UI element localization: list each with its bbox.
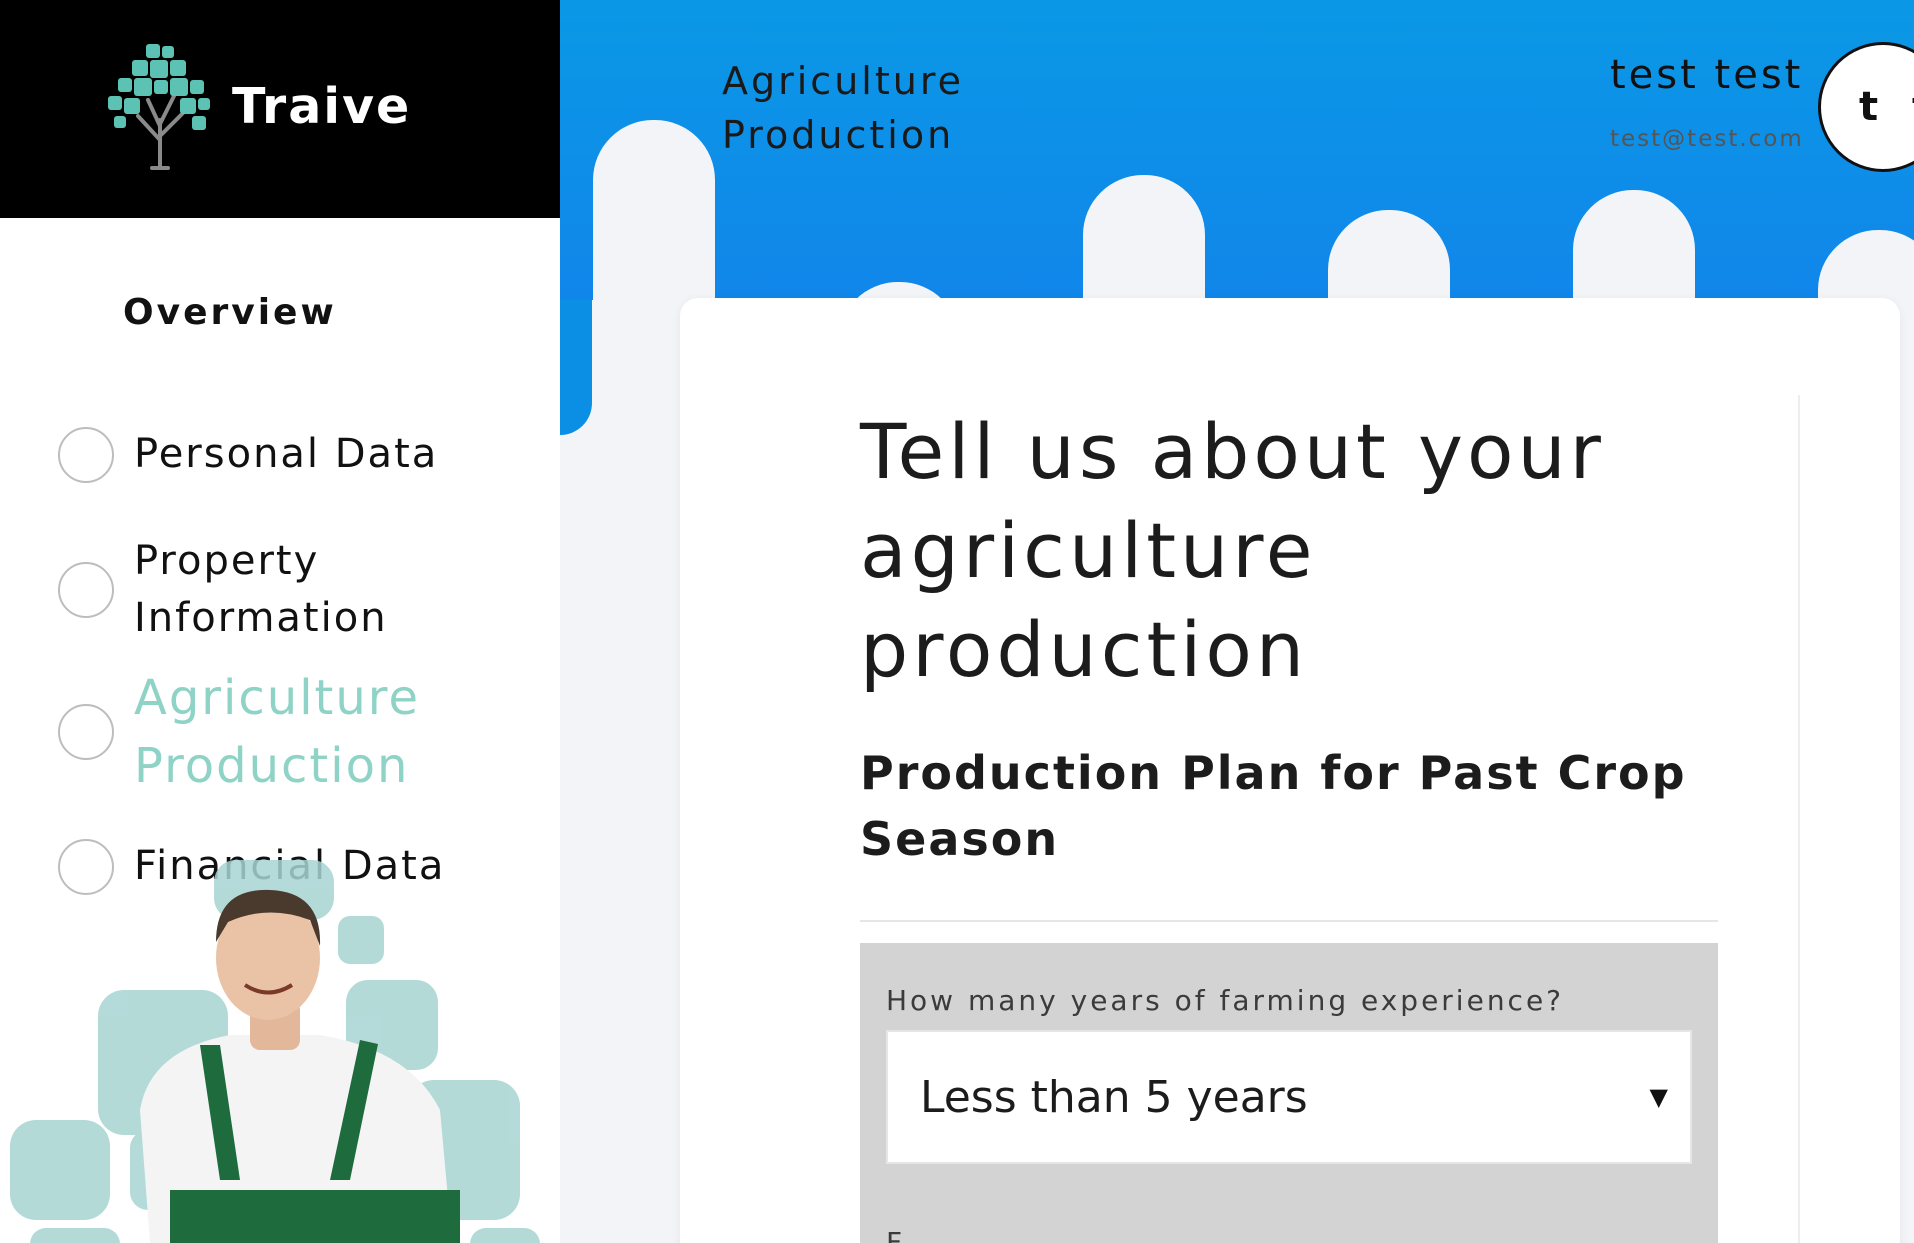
user-email: test@test.com: [1610, 126, 1804, 152]
farming-experience-label: How many years of farming experience?: [886, 984, 1565, 1017]
select-value: Less than 5 years: [920, 1071, 1308, 1123]
banner-drip: [560, 300, 592, 435]
step-label: Property Information: [134, 538, 388, 641]
step-agriculture-production[interactable]: Agriculture Production: [58, 664, 454, 800]
next-question-label: F: [886, 1226, 903, 1243]
sidebar: Traive Overview Personal Data Property I…: [0, 0, 560, 1243]
user-name: test test: [1610, 52, 1804, 98]
step-label: Agriculture Production: [134, 670, 420, 794]
step-label: Personal Data: [134, 431, 439, 477]
section-divider: [860, 920, 1718, 922]
step-radio-icon[interactable]: [58, 562, 114, 618]
overview-heading: Overview: [123, 292, 337, 333]
tree-logo-icon: [108, 44, 210, 170]
step-radio-icon[interactable]: [58, 704, 114, 760]
farming-experience-select[interactable]: Less than 5 years ▼: [886, 1030, 1692, 1164]
card-divider: [1798, 395, 1800, 1243]
farmer-photo: [10, 860, 540, 1243]
section-title: Agriculture Production: [722, 59, 964, 157]
step-personal-data[interactable]: Personal Data: [58, 426, 438, 483]
brand-header: Traive: [0, 0, 560, 218]
page-heading: Tell us about your agriculture productio…: [860, 407, 1605, 694]
section-subheading: Production Plan for Past Crop Season: [860, 746, 1687, 866]
brand-name: Traive: [232, 78, 412, 135]
step-radio-icon[interactable]: [58, 426, 114, 483]
step-property-information[interactable]: Property Information: [58, 533, 434, 647]
caret-down-icon: ▼: [1649, 1083, 1668, 1111]
